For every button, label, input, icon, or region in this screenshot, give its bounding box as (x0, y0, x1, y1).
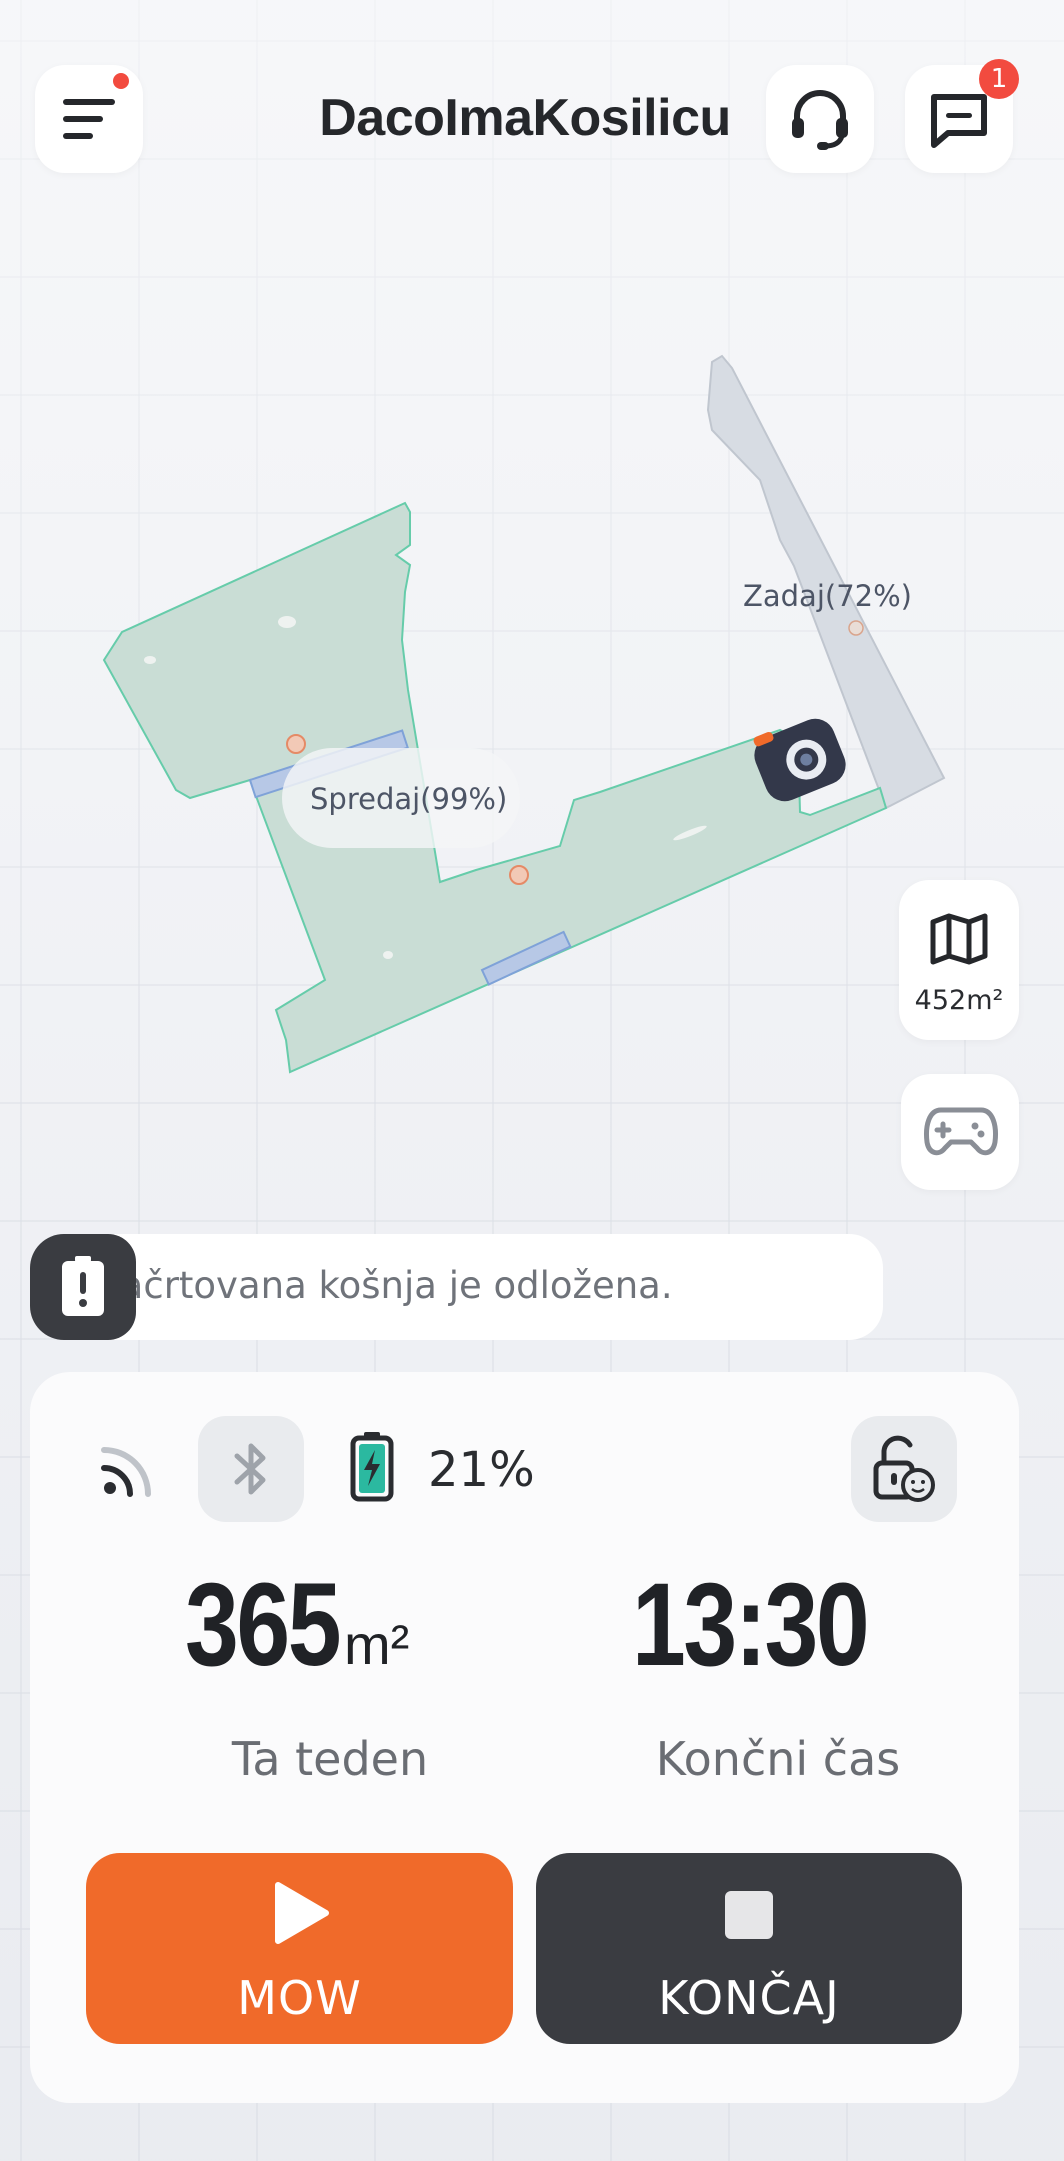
notification-dot (113, 73, 129, 89)
gamepad-icon (924, 1107, 998, 1156)
messages-button[interactable]: 1 (905, 59, 1019, 173)
weekly-area-label: Ta teden (231, 1732, 429, 1786)
child-lock-icon (873, 1435, 935, 1502)
status-panel: 21% 365 m² Ta teden 13:30 Končni čas MOW… (30, 1372, 1019, 2103)
map-icon (930, 913, 988, 965)
child-lock-button[interactable] (851, 1416, 957, 1522)
notice-text: Načrtovana košnja je odložena. (136, 1264, 673, 1307)
headset-icon (792, 90, 848, 150)
mow-button-label: MOW (237, 1971, 362, 2025)
obstacle-marker (509, 865, 529, 885)
menu-button[interactable] (35, 65, 143, 173)
obstacle-marker (848, 620, 864, 636)
weekly-area-value: 365 (185, 1559, 342, 1691)
alert-battery-icon (62, 1256, 104, 1316)
end-time-value: 13:30 (632, 1559, 870, 1691)
mow-button[interactable]: MOW (86, 1853, 513, 2044)
stop-icon (725, 1891, 773, 1939)
bluetooth-icon (234, 1443, 266, 1495)
play-icon (274, 1882, 329, 1944)
remote-control-button[interactable] (901, 1074, 1019, 1190)
notice-banner[interactable]: Načrtovana košnja je odložena. (30, 1234, 883, 1340)
stop-button-label: KONČAJ (658, 1971, 840, 2025)
battery-percent: 21% (428, 1442, 535, 1498)
messages-badge: 1 (979, 59, 1019, 99)
zone-label-back[interactable]: Zadaj(72%) (743, 579, 912, 613)
weekly-area-unit: m² (344, 1613, 410, 1676)
message-icon (931, 94, 987, 148)
zone-label-front[interactable]: Spredaj(99%) (310, 782, 507, 816)
wifi-icon (101, 1447, 151, 1497)
stop-button[interactable]: KONČAJ (536, 1853, 962, 2044)
end-time-label: Končni čas (655, 1732, 901, 1786)
notice-icon-box (30, 1234, 136, 1340)
support-button[interactable] (766, 65, 874, 173)
map-area-value: 452m² (914, 985, 1004, 1016)
map-area-button[interactable]: 452m² (899, 880, 1019, 1040)
bluetooth-button[interactable] (198, 1416, 304, 1522)
page-title: DacoImaKosilicu (319, 89, 731, 147)
battery-charging-icon (350, 1432, 394, 1502)
obstacle-marker (286, 734, 306, 754)
menu-icon (63, 99, 115, 139)
